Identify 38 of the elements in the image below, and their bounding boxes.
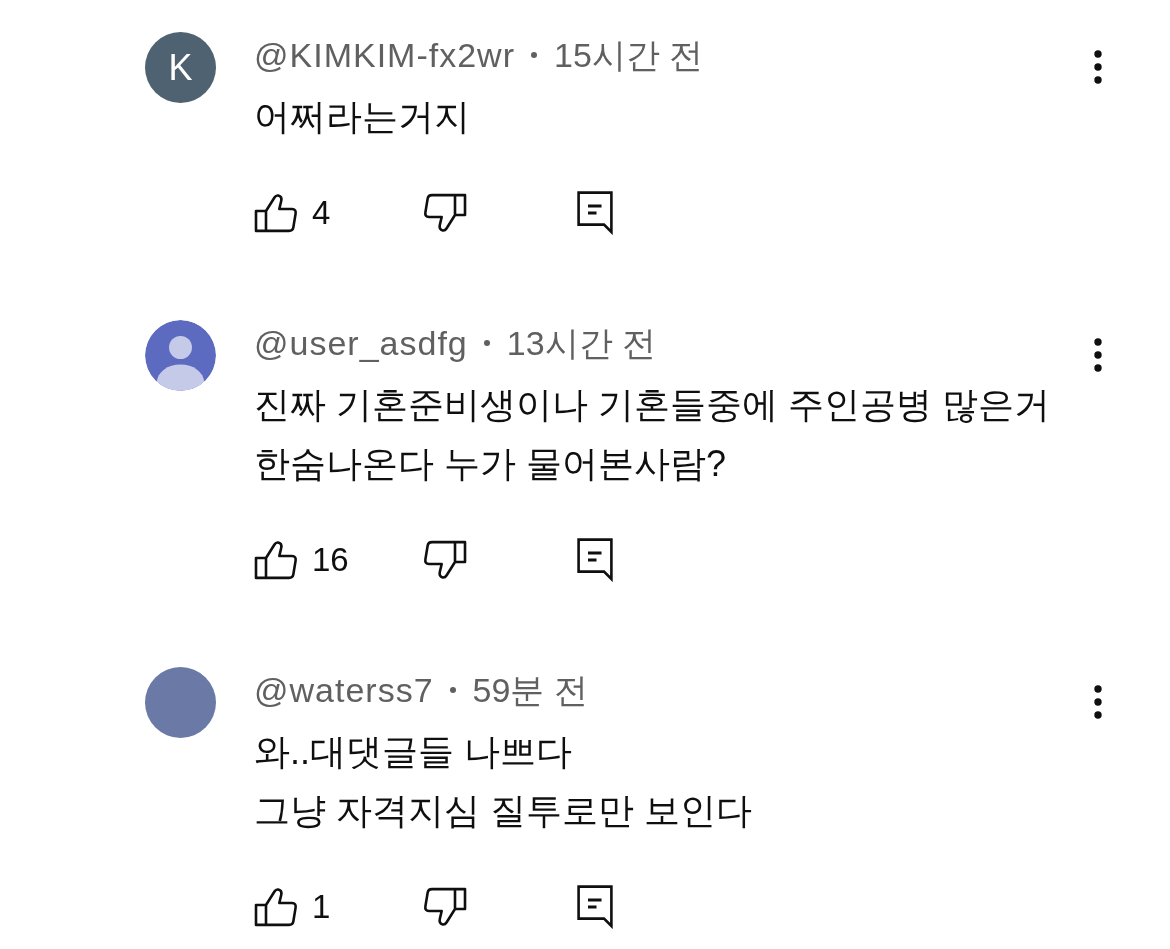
timestamp: 13시간 전 <box>506 323 656 363</box>
more-options-button[interactable] <box>1094 50 1102 84</box>
timestamp: 59분 전 <box>472 670 588 710</box>
author-name[interactable]: @waterss7 <box>254 670 434 710</box>
speech-bubble-icon <box>577 538 613 582</box>
thumbs-up-icon <box>254 193 298 233</box>
speech-bubble-icon <box>577 885 613 929</box>
like-button[interactable]: 16 <box>254 540 349 580</box>
reply-button[interactable] <box>577 191 613 235</box>
reply-button[interactable] <box>577 885 613 929</box>
dislike-button[interactable] <box>423 193 467 233</box>
speech-bubble-icon <box>577 191 613 235</box>
comment-text: 어쩌라는거지 <box>254 95 471 139</box>
separator-dot-icon <box>530 52 537 58</box>
letter-avatar[interactable]: K <box>145 32 216 103</box>
user-silhouette-icon[interactable] <box>145 320 216 391</box>
timestamp: 15시간 전 <box>553 35 704 75</box>
reply-button[interactable] <box>577 538 613 582</box>
thumbs-down-icon <box>423 887 467 927</box>
dislike-button[interactable] <box>423 540 467 580</box>
author-name[interactable]: @KIMKIM-fx2wr <box>254 35 515 75</box>
separator-dot-icon <box>449 687 456 693</box>
thumbs-down-icon <box>423 193 467 233</box>
like-button[interactable]: 4 <box>254 193 331 233</box>
three-dots-icon <box>1094 685 1102 719</box>
three-dots-icon <box>1094 50 1102 84</box>
dislike-button[interactable] <box>423 887 467 927</box>
thumbs-up-icon <box>254 887 298 927</box>
comment-text: 와..대댓글들 나쁘다 그냥 자격지심 질투로만 보인다 <box>254 730 753 833</box>
thumbs-down-icon <box>423 540 467 580</box>
comment-text: 진짜 기혼준비생이나 기혼들중에 주인공병 많은거 한숨나온다 누가 물어본사람? <box>254 383 1051 486</box>
separator-dot-icon <box>483 340 490 346</box>
more-options-button[interactable] <box>1094 338 1102 372</box>
three-dots-icon <box>1094 338 1102 372</box>
author-name[interactable]: @user_asdfg <box>254 323 468 363</box>
more-options-button[interactable] <box>1094 685 1102 719</box>
thumbs-up-icon <box>254 540 298 580</box>
like-button[interactable]: 1 <box>254 887 331 927</box>
